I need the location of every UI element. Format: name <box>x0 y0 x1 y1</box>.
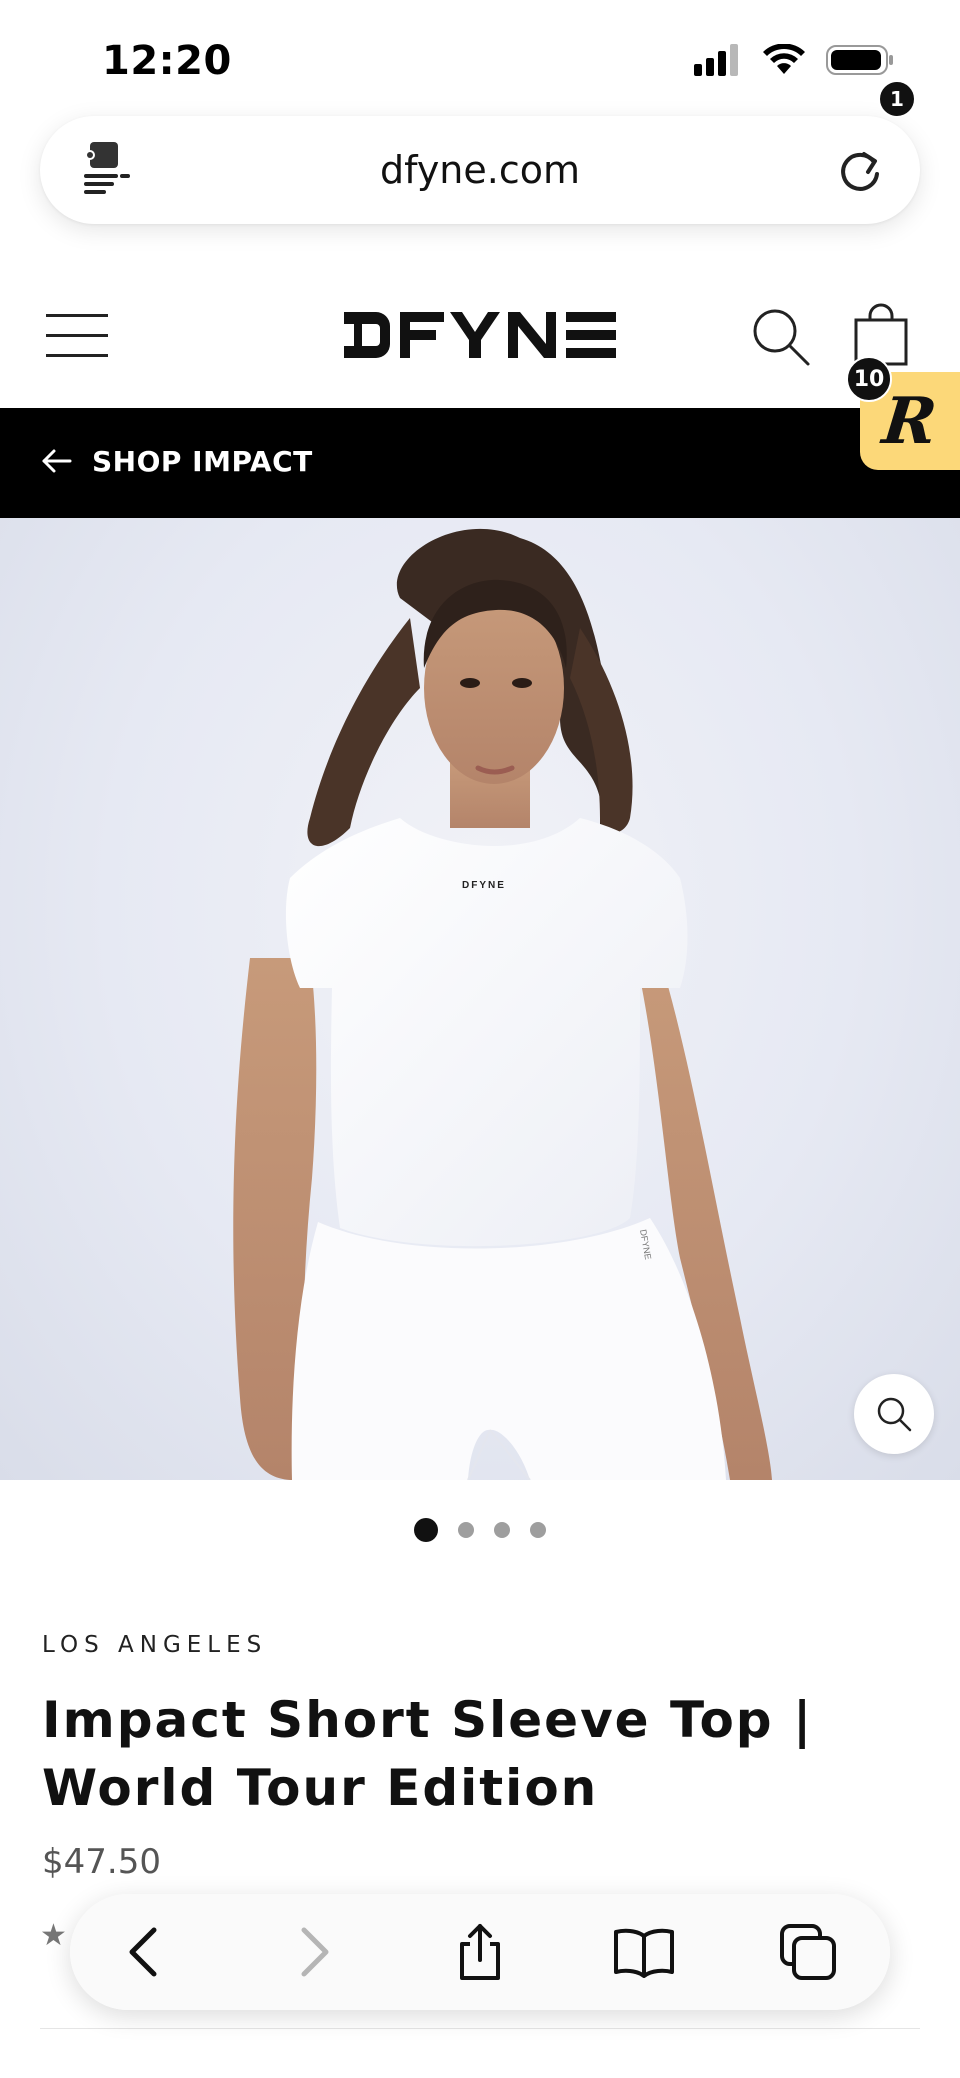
carousel-dot-1[interactable] <box>414 1518 438 1542</box>
rewards-count-badge[interactable]: 10 <box>846 356 892 402</box>
search-icon[interactable] <box>750 306 812 368</box>
url-text[interactable]: dfyne.com <box>40 148 920 192</box>
status-time: 12:20 <box>102 38 232 84</box>
bookmarks-button[interactable] <box>612 1920 676 1984</box>
bookmarks-icon <box>614 1928 674 1978</box>
carousel-dot-4[interactable] <box>530 1522 546 1538</box>
forward-button[interactable] <box>282 1920 346 1984</box>
wifi-icon <box>763 44 805 74</box>
share-button[interactable] <box>448 1920 512 1984</box>
model-photo: DFYNE DFYNE <box>233 528 772 1480</box>
status-icons <box>694 44 894 76</box>
menu-icon[interactable] <box>46 312 110 360</box>
rewards-logo: R <box>879 383 941 459</box>
zoom-icon <box>877 1397 912 1432</box>
product-title: Impact Short Sleeve Top | World Tour Edi… <box>42 1691 814 1817</box>
reload-icon[interactable] <box>830 140 890 200</box>
back-to-collection-banner[interactable]: SHOP IMPACT <box>0 408 960 518</box>
share-icon <box>460 1924 500 1980</box>
shirt-logo: DFYNE <box>462 880 506 891</box>
arrow-left-icon <box>42 449 72 473</box>
back-icon <box>129 1927 157 1977</box>
battery-icon <box>826 45 893 75</box>
carousel-dot-2[interactable] <box>458 1522 474 1538</box>
back-button[interactable] <box>112 1920 176 1984</box>
product-price: $47.50 <box>42 1842 161 1882</box>
product-image[interactable]: DFYNE DFYNE <box>0 518 960 1480</box>
forward-icon <box>301 1927 329 1977</box>
zoom-button[interactable] <box>854 1374 934 1454</box>
tabs-button[interactable] <box>776 1920 840 1984</box>
cart-count-badge[interactable]: 1 <box>878 80 916 118</box>
tabs-icon <box>780 1924 836 1980</box>
dfyne-logo[interactable] <box>342 302 618 368</box>
banner-label[interactable]: SHOP IMPACT <box>92 445 313 478</box>
product-vendor: LOS ANGELES <box>42 1632 268 1658</box>
address-bar[interactable]: dfyne.com <box>40 116 920 224</box>
divider <box>40 2028 920 2029</box>
browser-toolbar <box>70 1894 890 2010</box>
site-header <box>0 262 960 408</box>
carousel-dots <box>0 1518 960 1542</box>
carousel-dot-3[interactable] <box>494 1522 510 1538</box>
signal-icon <box>694 44 738 76</box>
status-bar: 12:20 <box>0 0 960 110</box>
